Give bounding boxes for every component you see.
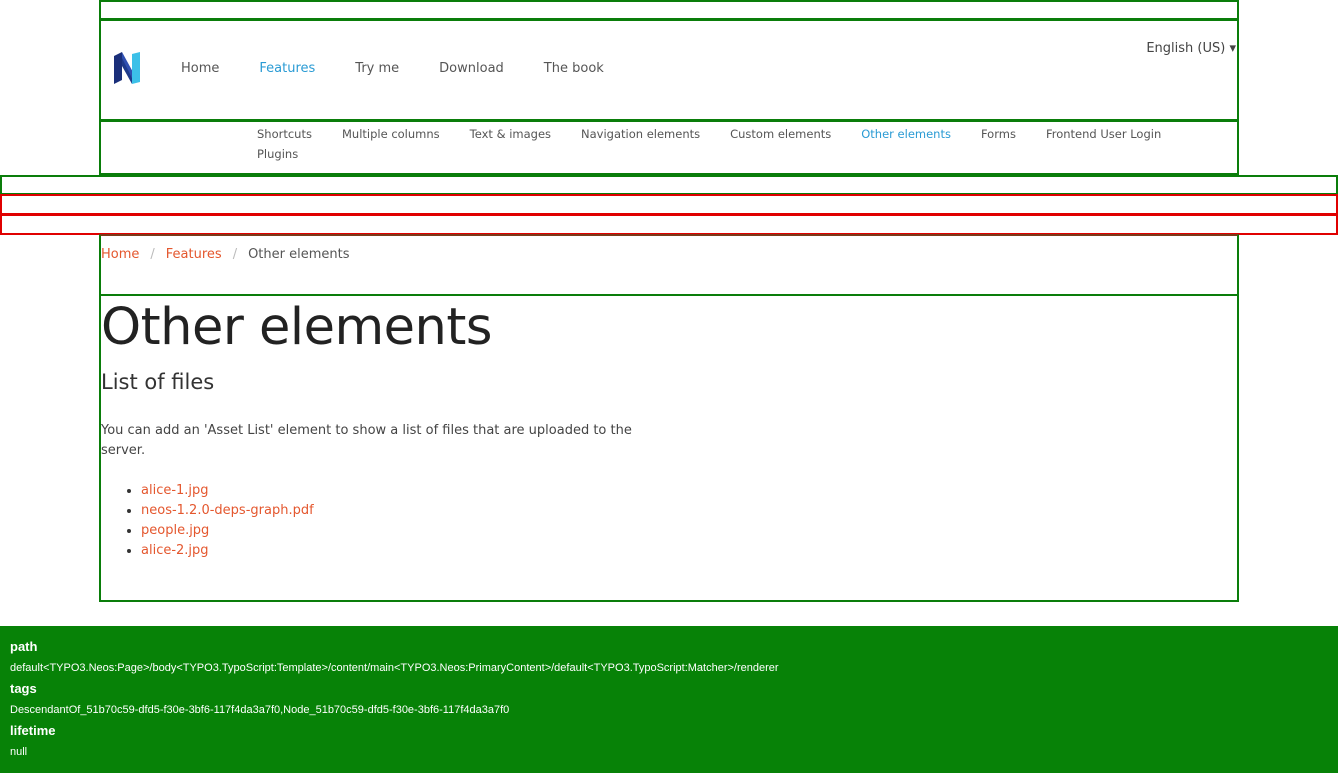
sub-navigation: Shortcuts Multiple columns Text & images… bbox=[257, 127, 1217, 162]
outline-box-red-1 bbox=[0, 194, 1338, 215]
nav-download[interactable]: Download bbox=[439, 61, 504, 76]
main-content: Other elements List of files You can add… bbox=[99, 294, 1239, 602]
section-title: List of files bbox=[101, 370, 215, 394]
nav-the-book[interactable]: The book bbox=[544, 61, 604, 76]
breadcrumb-separator: / bbox=[150, 247, 155, 262]
debug-tags-label: tags bbox=[10, 681, 37, 696]
subnav-frontend-user-login[interactable]: Frontend User Login bbox=[1046, 127, 1161, 142]
top-outline-box bbox=[99, 0, 1239, 20]
page-title: Other elements bbox=[101, 298, 492, 357]
file-link-people[interactable]: people.jpg bbox=[141, 523, 209, 538]
breadcrumb-features[interactable]: Features bbox=[166, 247, 222, 262]
breadcrumb: Home / Features / Other elements bbox=[101, 247, 350, 262]
breadcrumb-separator: / bbox=[232, 247, 238, 262]
list-item: alice-1.jpg bbox=[141, 481, 314, 501]
nav-try-me[interactable]: Try me bbox=[355, 61, 399, 76]
subnav-forms[interactable]: Forms bbox=[981, 127, 1016, 142]
debug-lifetime-label: lifetime bbox=[10, 723, 56, 738]
subnav-other-elements[interactable]: Other elements bbox=[861, 127, 951, 142]
debug-lifetime-value: null bbox=[10, 746, 28, 758]
subnav-multiple-columns[interactable]: Multiple columns bbox=[342, 127, 440, 142]
file-list: alice-1.jpg neos-1.2.0-deps-graph.pdf pe… bbox=[141, 481, 314, 561]
nav-features[interactable]: Features bbox=[259, 61, 315, 76]
nav-home[interactable]: Home bbox=[181, 61, 219, 76]
subnav-navigation-elements[interactable]: Navigation elements bbox=[581, 127, 700, 142]
outline-box-red-2 bbox=[0, 214, 1338, 235]
breadcrumb-box: Home / Features / Other elements bbox=[99, 234, 1239, 296]
list-item: neos-1.2.0-deps-graph.pdf bbox=[141, 501, 314, 521]
breadcrumb-home[interactable]: Home bbox=[101, 247, 139, 262]
breadcrumb-current: Other elements bbox=[248, 247, 350, 262]
file-link-alice-1[interactable]: alice-1.jpg bbox=[141, 483, 209, 498]
site-header: Home Features Try me Download The book E… bbox=[99, 19, 1239, 121]
intro-text: You can add an 'Asset List' element to s… bbox=[101, 423, 632, 458]
main-navigation: Home Features Try me Download The book bbox=[181, 61, 644, 76]
list-item: alice-2.jpg bbox=[141, 541, 314, 561]
neos-logo-icon[interactable] bbox=[112, 52, 142, 86]
outline-box-green-full bbox=[0, 175, 1338, 195]
language-selector[interactable]: English (US) ▾ bbox=[1146, 41, 1236, 56]
debug-panel: path default<TYPO3.Neos:Page>/body<TYPO3… bbox=[0, 626, 1338, 773]
debug-tags-value: DescendantOf_51b70c59-dfd5-f30e-3bf6-117… bbox=[10, 704, 510, 716]
subnav-box: Shortcuts Multiple columns Text & images… bbox=[99, 120, 1239, 175]
subnav-shortcuts[interactable]: Shortcuts bbox=[257, 127, 312, 142]
file-link-alice-2[interactable]: alice-2.jpg bbox=[141, 543, 209, 558]
subnav-custom-elements[interactable]: Custom elements bbox=[730, 127, 831, 142]
subnav-plugins[interactable]: Plugins bbox=[257, 147, 298, 162]
debug-path-label: path bbox=[10, 639, 38, 654]
file-link-neos-deps-graph[interactable]: neos-1.2.0-deps-graph.pdf bbox=[141, 503, 314, 518]
subnav-text-images[interactable]: Text & images bbox=[470, 127, 551, 142]
debug-path-value: default<TYPO3.Neos:Page>/body<TYPO3.Typo… bbox=[10, 662, 779, 674]
list-item: people.jpg bbox=[141, 521, 314, 541]
